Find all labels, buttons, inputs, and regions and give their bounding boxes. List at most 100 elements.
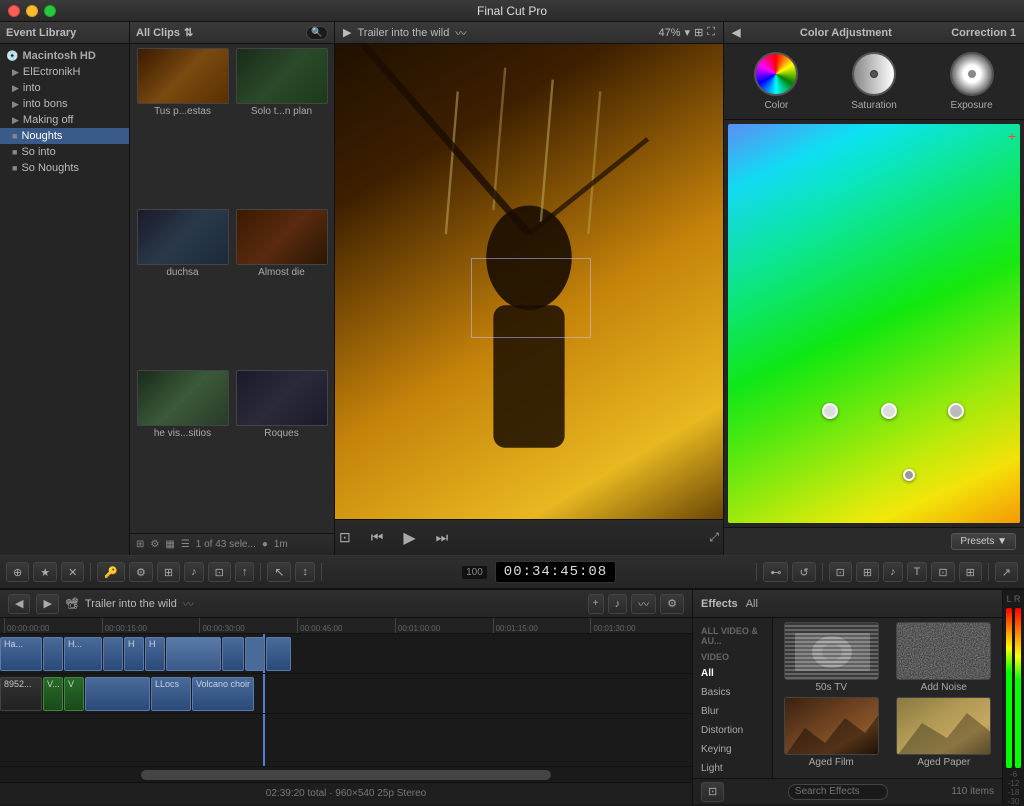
exposure-tool[interactable]: Exposure <box>950 52 994 111</box>
clip-block[interactable] <box>245 637 265 671</box>
clip-block[interactable] <box>43 637 63 671</box>
library-item[interactable]: ▶ Making off <box>0 112 129 128</box>
timeline-audio-btn[interactable]: ♪ <box>608 594 628 614</box>
zoom-dropdown-icon[interactable]: ▾ <box>685 26 691 39</box>
clip-block[interactable]: Volcano choir <box>192 677 254 711</box>
keyword-btn[interactable]: 🔑 <box>97 562 125 582</box>
timeline-play-btn[interactable]: ▶ <box>36 594 58 614</box>
clip-block[interactable] <box>103 637 123 671</box>
viewer-play-btn[interactable]: ▶ <box>399 526 419 550</box>
favorites-btn[interactable]: ★ <box>33 562 57 582</box>
reject-btn[interactable]: ✕ <box>61 562 84 582</box>
clip-block[interactable] <box>166 637 221 671</box>
maximize-button[interactable] <box>44 5 56 17</box>
color-handle-global[interactable] <box>903 469 915 481</box>
analyze-btn[interactable]: ⚙ <box>129 562 153 582</box>
clip-block[interactable]: V... <box>43 677 63 711</box>
all-tab[interactable]: All <box>746 598 758 610</box>
magnet-btn[interactable]: ⊷ <box>763 562 788 582</box>
presets-button[interactable]: Presets ▼ <box>951 533 1016 550</box>
clip-item[interactable]: Solo t...n plan <box>233 48 330 207</box>
viewer-fullscreen-btn[interactable]: ⤢ <box>705 528 723 547</box>
clip-item[interactable]: he vis...sitios <box>134 370 231 529</box>
viewer-fullscreen-icon[interactable]: ⛶ <box>707 26 715 39</box>
clip-block[interactable] <box>222 637 244 671</box>
timeline-settings-btn[interactable]: ⚙ <box>660 594 684 614</box>
zoom-thumb[interactable] <box>141 770 551 780</box>
effect-aged-film[interactable]: Aged Film <box>777 697 886 768</box>
share-btn[interactable]: ↑ <box>235 562 255 582</box>
effects-search-input[interactable] <box>788 784 888 800</box>
transition-btn[interactable]: ⊡ <box>931 562 954 582</box>
clip-item[interactable]: Roques <box>233 370 330 529</box>
color-wheel-tool[interactable]: Color <box>754 52 798 111</box>
effects-toggle-btn[interactable]: ⊡ <box>701 782 724 802</box>
clip-block[interactable] <box>85 677 150 711</box>
category-light[interactable]: Light <box>693 759 772 778</box>
browser-search-icon[interactable]: 🔍 <box>306 26 328 40</box>
effect-50s-tv[interactable]: 50s TV <box>777 622 886 693</box>
browser-settings-icon[interactable]: ⚙ <box>150 539 159 550</box>
library-item[interactable]: ▶ into <box>0 80 129 96</box>
viewer-fit-icon[interactable]: ⊞ <box>694 26 703 39</box>
generator-btn[interactable]: ⊞ <box>959 562 982 582</box>
browser-grid-icon[interactable]: ▦ <box>165 539 174 550</box>
crop-btn[interactable]: ⊡ <box>829 562 852 582</box>
category-distortion[interactable]: Distortion <box>693 721 772 740</box>
clip-block[interactable]: H... <box>64 637 102 671</box>
timeline-tracks[interactable]: Ha... H... H H 8952... V... V <box>0 634 692 766</box>
category-all[interactable]: All <box>693 664 772 683</box>
clip-block[interactable]: 8952... <box>0 677 42 711</box>
title-btn[interactable]: T <box>907 562 928 582</box>
browser-footer-left[interactable]: ⊞ <box>136 539 144 550</box>
viewer-fit-btn[interactable]: ⊡ <box>335 527 355 548</box>
effect-aged-paper[interactable]: Aged Paper <box>890 697 999 768</box>
color-board[interactable]: + <box>728 124 1020 523</box>
undo-btn[interactable]: ↺ <box>792 562 815 582</box>
viewer-prev-btn[interactable]: ⏮ <box>367 527 388 548</box>
clip-item[interactable]: duchsa <box>134 209 231 368</box>
color-reset-icon[interactable]: + <box>1008 128 1016 144</box>
clip-block[interactable] <box>266 637 291 671</box>
sort-icon[interactable]: ⇅ <box>184 26 193 39</box>
color-panel-back-icon[interactable]: ◀ <box>732 26 740 39</box>
color-handle-mid[interactable] <box>881 403 897 419</box>
group-btn[interactable]: ⊞ <box>157 562 180 582</box>
effect-add-noise[interactable]: Add Noise <box>890 622 999 693</box>
clip-block[interactable]: V <box>64 677 84 711</box>
tag-btn[interactable]: ⊡ <box>208 562 231 582</box>
category-blur[interactable]: Blur <box>693 702 772 721</box>
viewer-canvas[interactable] <box>335 44 723 519</box>
close-button[interactable] <box>8 5 20 17</box>
viewer-next-btn[interactable]: ⏭ <box>432 527 453 548</box>
clip-block[interactable]: Ha... <box>0 637 42 671</box>
clip-item[interactable]: Tus p...estas <box>134 48 231 207</box>
timeline-back-btn[interactable]: ◀ <box>8 594 30 614</box>
share-media-btn[interactable]: ↗ <box>995 562 1018 582</box>
minimize-button[interactable] <box>26 5 38 17</box>
transform-btn[interactable]: ⊞ <box>856 562 879 582</box>
select-tool-btn[interactable]: ↖ <box>267 562 291 582</box>
library-item[interactable]: ▶ ElEctronikH <box>0 64 129 80</box>
saturation-tool[interactable]: Saturation <box>851 52 897 111</box>
library-item-noughts[interactable]: ■ Noughts <box>0 128 129 144</box>
timeline-zoom-in[interactable]: + <box>588 594 604 614</box>
add-clip-btn[interactable]: ⊕ <box>6 562 29 582</box>
clip-block[interactable]: LLocs <box>151 677 191 711</box>
clip-block[interactable]: H <box>124 637 144 671</box>
clip-block[interactable]: H <box>145 637 165 671</box>
library-item[interactable]: ▶ into bons <box>0 96 129 112</box>
browser-list-icon[interactable]: ☰ <box>181 539 190 550</box>
clip-item[interactable]: Almost die <box>233 209 330 368</box>
timeline-waveform-btn[interactable]: 〰 <box>631 594 656 614</box>
zoom-scrollbar[interactable] <box>0 766 692 782</box>
category-basics[interactable]: Basics <box>693 683 772 702</box>
audio-btn2[interactable]: ♪ <box>883 562 903 582</box>
audio-btn[interactable]: ♪ <box>184 562 204 582</box>
library-item[interactable]: ■ So Noughts <box>0 160 129 176</box>
category-keying[interactable]: Keying <box>693 740 772 759</box>
library-item[interactable]: ■ So into <box>0 144 129 160</box>
trim-tool-btn[interactable]: ↕ <box>295 562 315 582</box>
color-handle-shadow[interactable] <box>822 403 838 419</box>
color-handle-highlight[interactable] <box>948 403 964 419</box>
